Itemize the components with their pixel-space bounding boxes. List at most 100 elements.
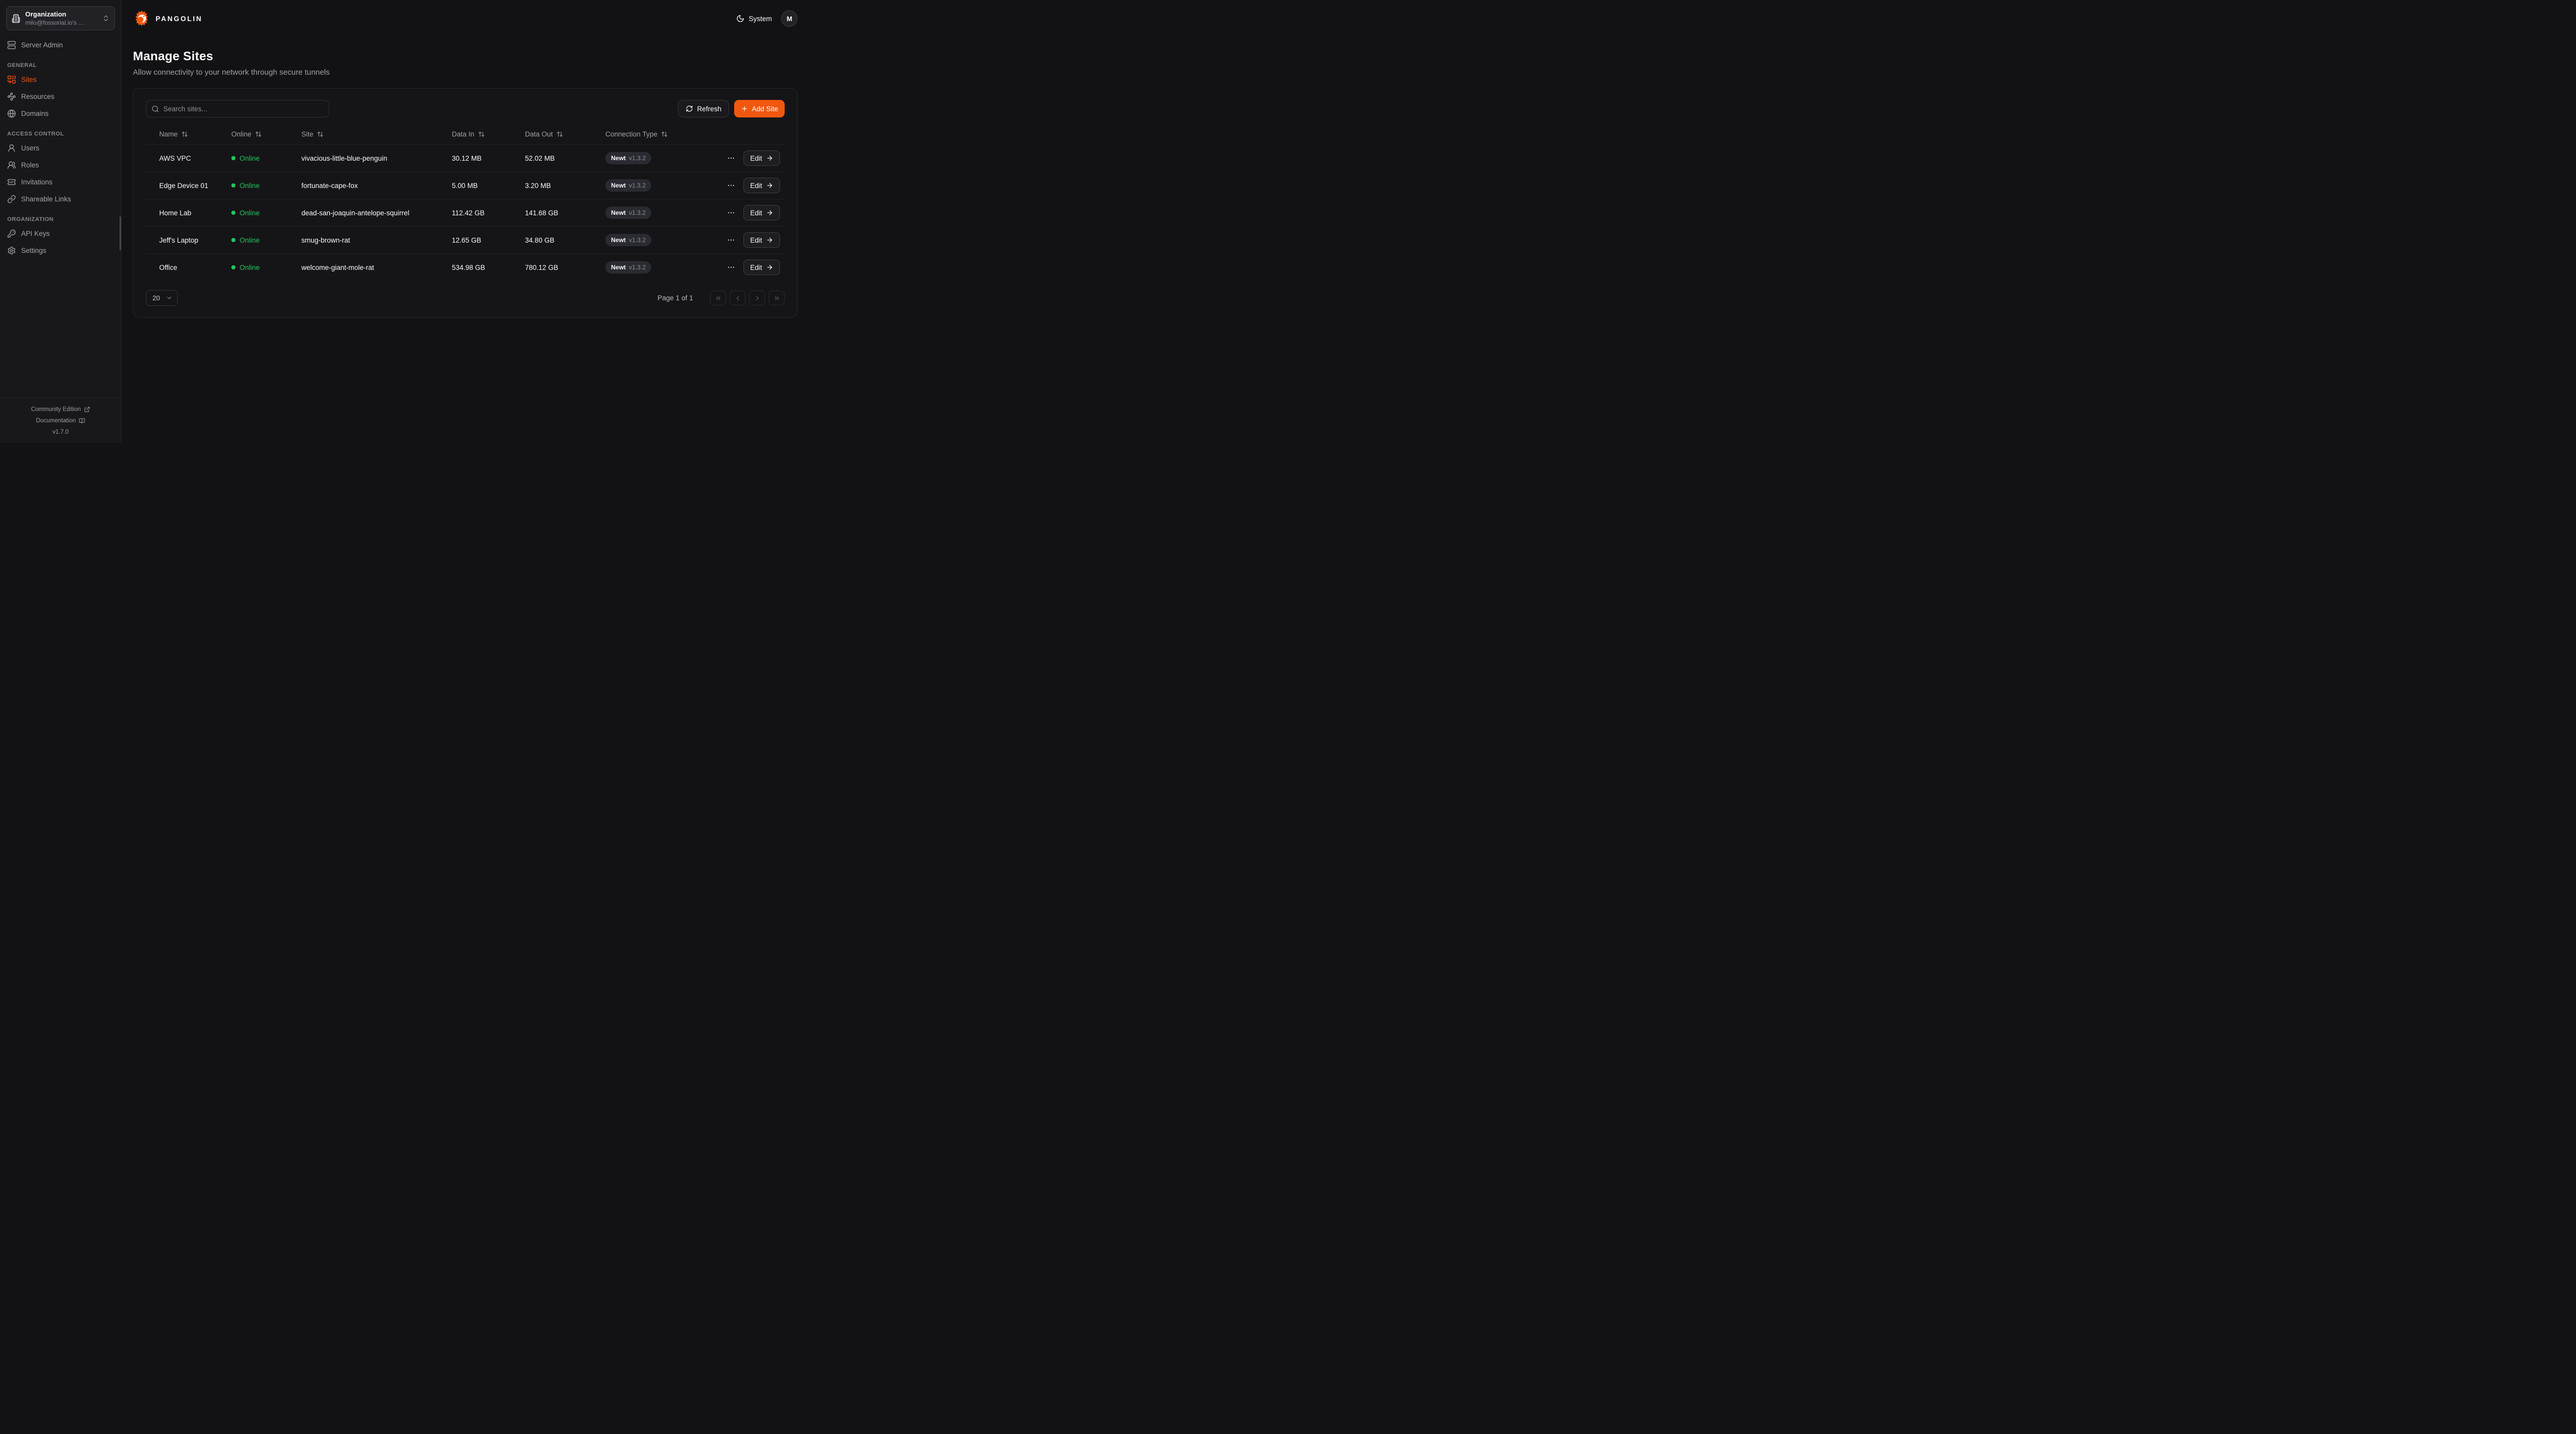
row-menu-button[interactable]	[726, 208, 736, 218]
row-menu-button[interactable]	[726, 180, 736, 191]
data-out-cell: 52.02 MB	[525, 155, 605, 162]
edit-button[interactable]: Edit	[743, 150, 780, 166]
edit-button[interactable]: Edit	[743, 232, 780, 248]
column-label: Online	[231, 130, 251, 138]
building-icon	[11, 14, 21, 23]
status-cell: Online	[231, 236, 301, 244]
column-header-site[interactable]: Site	[301, 130, 452, 138]
sidebar-item-sites[interactable]: Sites	[0, 71, 121, 88]
sidebar-item-api-keys[interactable]: API Keys	[0, 225, 121, 242]
connection-version-label: v1.3.2	[629, 209, 646, 216]
row-menu-button[interactable]	[726, 153, 736, 163]
chevrons-left-icon	[715, 295, 722, 302]
column-header-connection-type[interactable]: Connection Type	[605, 130, 726, 138]
connection-type-label: Newt	[611, 155, 626, 162]
table-row: Office Online welcome-giant-mole-rat 534…	[146, 253, 785, 281]
column-header-data-out[interactable]: Data Out	[525, 130, 605, 138]
connection-type-label: Newt	[611, 182, 626, 189]
site-name-cell: Office	[159, 264, 231, 271]
sidebar-scrollbar[interactable]	[120, 216, 121, 250]
arrow-right-icon	[766, 264, 773, 271]
edit-button[interactable]: Edit	[743, 205, 780, 220]
column-label: Data In	[452, 130, 474, 138]
row-menu-button[interactable]	[726, 262, 736, 272]
online-status-dot	[231, 156, 235, 160]
column-header-name[interactable]: Name	[159, 130, 231, 138]
search-input[interactable]	[163, 105, 324, 113]
column-header-data-in[interactable]: Data In	[452, 130, 525, 138]
refresh-button[interactable]: Refresh	[678, 100, 729, 117]
previous-page-button[interactable]	[730, 291, 745, 305]
next-page-button[interactable]	[749, 291, 765, 305]
sidebar-item-label: Shareable Links	[21, 195, 71, 203]
data-out-cell: 141.68 GB	[525, 209, 605, 217]
site-name-cell: Home Lab	[159, 209, 231, 217]
data-in-cell: 30.12 MB	[452, 155, 525, 162]
brand-name: PANGOLIN	[156, 15, 202, 23]
theme-toggle[interactable]: System	[736, 14, 772, 23]
arrow-right-icon	[766, 155, 773, 162]
sidebar-item-roles[interactable]: Roles	[0, 157, 121, 174]
org-selector-value: milo@fossorial.io's ...	[25, 19, 97, 27]
status-cell: Online	[231, 182, 301, 190]
section-label-access-control: ACCESS CONTROL	[7, 131, 114, 137]
sidebar-item-settings[interactable]: Settings	[0, 242, 121, 259]
connection-version-label: v1.3.2	[629, 236, 646, 244]
sidebar-item-label: Sites	[21, 76, 37, 83]
site-slug-cell: fortunate-cape-fox	[301, 182, 452, 190]
edit-label: Edit	[750, 264, 762, 271]
topbar: PANGOLIN System M	[133, 0, 798, 37]
sidebar-nav: Server Admin GENERAL Sites Resources Dom…	[0, 37, 121, 259]
status-cell: Online	[231, 209, 301, 217]
sidebar-item-invitations[interactable]: Invitations	[0, 174, 121, 191]
data-in-cell: 5.00 MB	[452, 182, 525, 190]
combine-icon	[7, 75, 16, 84]
page-size-select[interactable]: 20	[146, 290, 178, 306]
add-site-button[interactable]: Add Site	[734, 100, 785, 117]
documentation-link[interactable]: Documentation	[0, 415, 121, 426]
sidebar-item-users[interactable]: Users	[0, 140, 121, 157]
sort-icon	[661, 131, 668, 138]
edit-button[interactable]: Edit	[743, 260, 780, 275]
column-header-online[interactable]: Online	[231, 130, 301, 138]
chevron-left-icon	[734, 295, 741, 302]
connection-type-label: Newt	[611, 264, 626, 271]
connection-type-label: Newt	[611, 236, 626, 244]
site-slug-cell: welcome-giant-mole-rat	[301, 264, 452, 271]
connection-badge: Newt v1.3.2	[605, 179, 651, 192]
status-badge: Online	[240, 182, 260, 190]
avatar[interactable]: M	[781, 10, 798, 27]
site-name-cell: AWS VPC	[159, 155, 231, 162]
sort-icon	[317, 131, 324, 138]
connection-badge: Newt v1.3.2	[605, 207, 651, 219]
chevron-down-icon	[166, 295, 173, 301]
row-menu-button[interactable]	[726, 235, 736, 245]
table-header-row: Name Online Site Data In Data Out Connec…	[146, 124, 785, 144]
status-cell: Online	[231, 155, 301, 162]
sites-table: Name Online Site Data In Data Out Connec…	[146, 124, 785, 281]
page-title: Manage Sites	[133, 49, 798, 64]
brand: PANGOLIN	[133, 10, 202, 27]
connection-type-cell: Newt v1.3.2	[605, 261, 726, 274]
edit-label: Edit	[750, 182, 762, 190]
connection-badge: Newt v1.3.2	[605, 152, 651, 164]
toolbar: Refresh Add Site	[146, 100, 785, 117]
site-slug-cell: vivacious-little-blue-penguin	[301, 155, 452, 162]
community-edition-link[interactable]: Community Edition	[0, 404, 121, 415]
server-icon	[7, 41, 16, 49]
sidebar-item-shareable-links[interactable]: Shareable Links	[0, 191, 121, 208]
chevrons-up-down-icon	[102, 14, 110, 22]
table-row: Edge Device 01 Online fortunate-cape-fox…	[146, 172, 785, 199]
sidebar-item-resources[interactable]: Resources	[0, 88, 121, 105]
sidebar-item-domains[interactable]: Domains	[0, 105, 121, 122]
edit-button[interactable]: Edit	[743, 178, 780, 193]
moon-icon	[736, 14, 744, 23]
sidebar-item-server-admin[interactable]: Server Admin	[0, 37, 121, 54]
data-out-cell: 34.80 GB	[525, 236, 605, 244]
first-page-button[interactable]	[710, 291, 726, 305]
connection-type-cell: Newt v1.3.2	[605, 234, 726, 246]
org-selector[interactable]: Organization milo@fossorial.io's ...	[6, 6, 115, 30]
search-box	[146, 100, 329, 117]
last-page-button[interactable]	[769, 291, 785, 305]
ellipsis-icon	[727, 236, 735, 244]
